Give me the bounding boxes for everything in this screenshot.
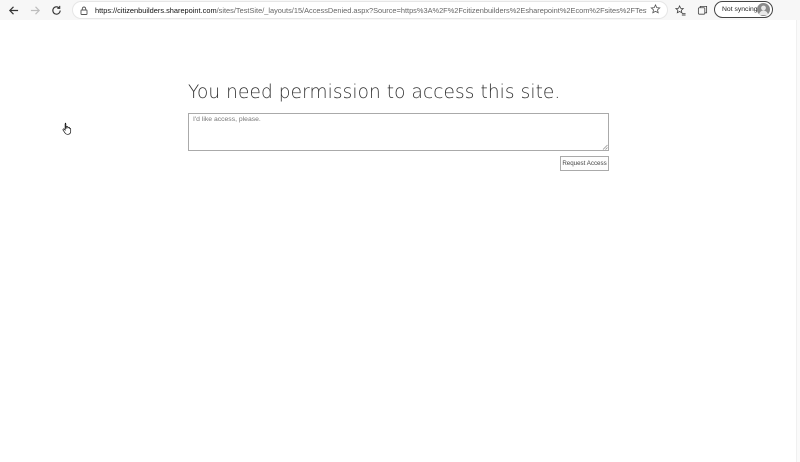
profile-sync-button[interactable]: Not syncing <box>714 1 773 18</box>
sync-status-label: Not syncing <box>722 6 758 13</box>
browser-toolbar: https://citizenbuilders.sharepoint.com/s… <box>0 0 800 20</box>
forward-arrow-icon[interactable] <box>27 2 43 18</box>
back-arrow-icon[interactable] <box>5 2 21 18</box>
lock-icon[interactable] <box>77 3 91 17</box>
page-title: You need permission to access this site. <box>188 82 561 103</box>
url-host: https://citizenbuilders.sharepoint.com <box>95 5 217 15</box>
request-access-button[interactable]: Request Access <box>560 156 609 171</box>
star-plus-icon[interactable] <box>649 3 661 16</box>
favorites-icon[interactable] <box>672 2 688 18</box>
address-bar[interactable]: https://citizenbuilders.sharepoint.com/s… <box>72 1 668 19</box>
url-path: /sites/TestSite/_layouts/15/AccessDenied… <box>216 5 647 15</box>
refresh-icon[interactable] <box>48 2 64 18</box>
collections-icon[interactable] <box>694 2 710 18</box>
access-request-message-input[interactable]: I'd like access, please. <box>188 113 609 151</box>
hand-cursor-icon <box>62 122 72 135</box>
avatar <box>757 3 770 16</box>
url-text: https://citizenbuilders.sharepoint.com/s… <box>95 6 647 15</box>
page-scrollbar[interactable] <box>796 20 800 462</box>
resize-grip-icon[interactable] <box>602 144 608 150</box>
